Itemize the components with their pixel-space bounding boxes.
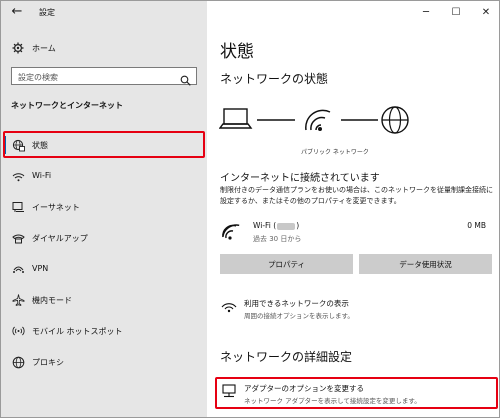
- search-icon[interactable]: [180, 71, 191, 86]
- internet-globe-icon: [381, 106, 409, 134]
- wifi-name-suffix: ): [296, 221, 300, 230]
- search-placeholder: 設定の検索: [18, 73, 58, 82]
- page-title: 状態: [220, 42, 254, 62]
- wifi-period: 過去 30 日から: [253, 235, 302, 243]
- section-heading: ネットワークとインターネット: [11, 101, 123, 110]
- sidebar-item-label: Wi-Fi: [32, 171, 52, 180]
- network-caption: パブリック ネットワーク: [301, 149, 369, 156]
- wifi-signal-icon: [221, 303, 237, 313]
- home-gear-icon: [11, 41, 25, 55]
- data-usage-button[interactable]: データ使用状況: [359, 254, 492, 274]
- sidebar-item-label: 機内モード: [32, 296, 72, 305]
- back-arrow-icon[interactable]: ←: [9, 4, 25, 20]
- window-controls: ─ ☐ ✕: [411, 1, 499, 23]
- status-highlight-box: [3, 131, 205, 158]
- wifi-name-prefix: Wi-Fi (: [253, 221, 277, 230]
- airplane-icon: [11, 293, 25, 307]
- minimize-icon[interactable]: ─: [411, 1, 441, 23]
- app-title: 設定: [39, 8, 55, 17]
- sidebar-item-label: ダイヤルアップ: [32, 234, 88, 243]
- connected-description: 制限付きのデータ通信プランをお使いの場合は、このネットワークを従量制課金接続に設…: [220, 186, 493, 205]
- sidebar-item-vpn[interactable]: VPN: [1, 256, 207, 282]
- sidebar-item-airplane[interactable]: 機内モード: [1, 287, 207, 313]
- wifi-network-name: Wi-Fi (): [253, 221, 299, 230]
- wifi-usage-value: 0 MB: [467, 221, 486, 230]
- properties-button[interactable]: プロパティ: [220, 254, 353, 274]
- show-networks-link[interactable]: 利用できるネットワークの表示 周囲の接続オプションを表示します。: [220, 297, 495, 325]
- close-icon[interactable]: ✕: [471, 1, 499, 23]
- network-status-heading: ネットワークの状態: [220, 72, 329, 86]
- hotspot-icon: [11, 324, 25, 338]
- home-nav-item[interactable]: ホーム: [1, 37, 207, 59]
- sidebar-item-wifi[interactable]: Wi-Fi: [1, 163, 207, 189]
- sidebar-item-label: VPN: [32, 264, 49, 273]
- sidebar-item-ethernet[interactable]: イーサネット: [1, 194, 207, 220]
- wifi-usage-row: Wi-Fi () 過去 30 日から 0 MB: [220, 217, 490, 247]
- wifi-signal-icon: [222, 224, 240, 240]
- adapter-highlight-box: [215, 377, 498, 409]
- sidebar-item-proxy[interactable]: プロキシ: [1, 349, 207, 375]
- main-panel: ─ ☐ ✕ 状態 ネットワークの状態 パブリック ネットワーク インターネットに…: [207, 1, 499, 417]
- maximize-icon[interactable]: ☐: [441, 1, 471, 23]
- wifi-router-icon: [305, 109, 331, 131]
- sidebar: ← 設定 ホーム 設定の検索 ネットワークとインターネット 状態 Wi-Fi イ…: [1, 1, 207, 417]
- search-input[interactable]: 設定の検索: [11, 67, 197, 86]
- sidebar-item-label: イーサネット: [32, 203, 80, 212]
- sidebar-item-dialup[interactable]: ダイヤルアップ: [1, 225, 207, 251]
- wifi-icon: [11, 169, 25, 183]
- advanced-settings-heading: ネットワークの詳細設定: [220, 350, 353, 364]
- vpn-icon: [11, 262, 25, 276]
- globe-icon: [11, 355, 25, 369]
- connected-title: インターネットに接続されています: [220, 173, 380, 184]
- sidebar-item-label: プロキシ: [32, 358, 64, 367]
- show-networks-desc: 周囲の接続オプションを表示します。: [244, 312, 354, 320]
- dialup-icon: [11, 231, 25, 245]
- show-networks-title: 利用できるネットワークの表示: [244, 299, 349, 308]
- settings-window: ← 設定 ホーム 設定の検索 ネットワークとインターネット 状態 Wi-Fi イ…: [0, 0, 500, 418]
- sidebar-item-hotspot[interactable]: モバイル ホットスポット: [1, 318, 207, 344]
- laptop-icon: [219, 108, 253, 129]
- ethernet-icon: [11, 200, 25, 214]
- title-bar: ← 設定: [1, 1, 207, 25]
- home-label: ホーム: [32, 44, 56, 53]
- sidebar-item-label: モバイル ホットスポット: [32, 327, 123, 336]
- redacted-ssid: [277, 222, 296, 230]
